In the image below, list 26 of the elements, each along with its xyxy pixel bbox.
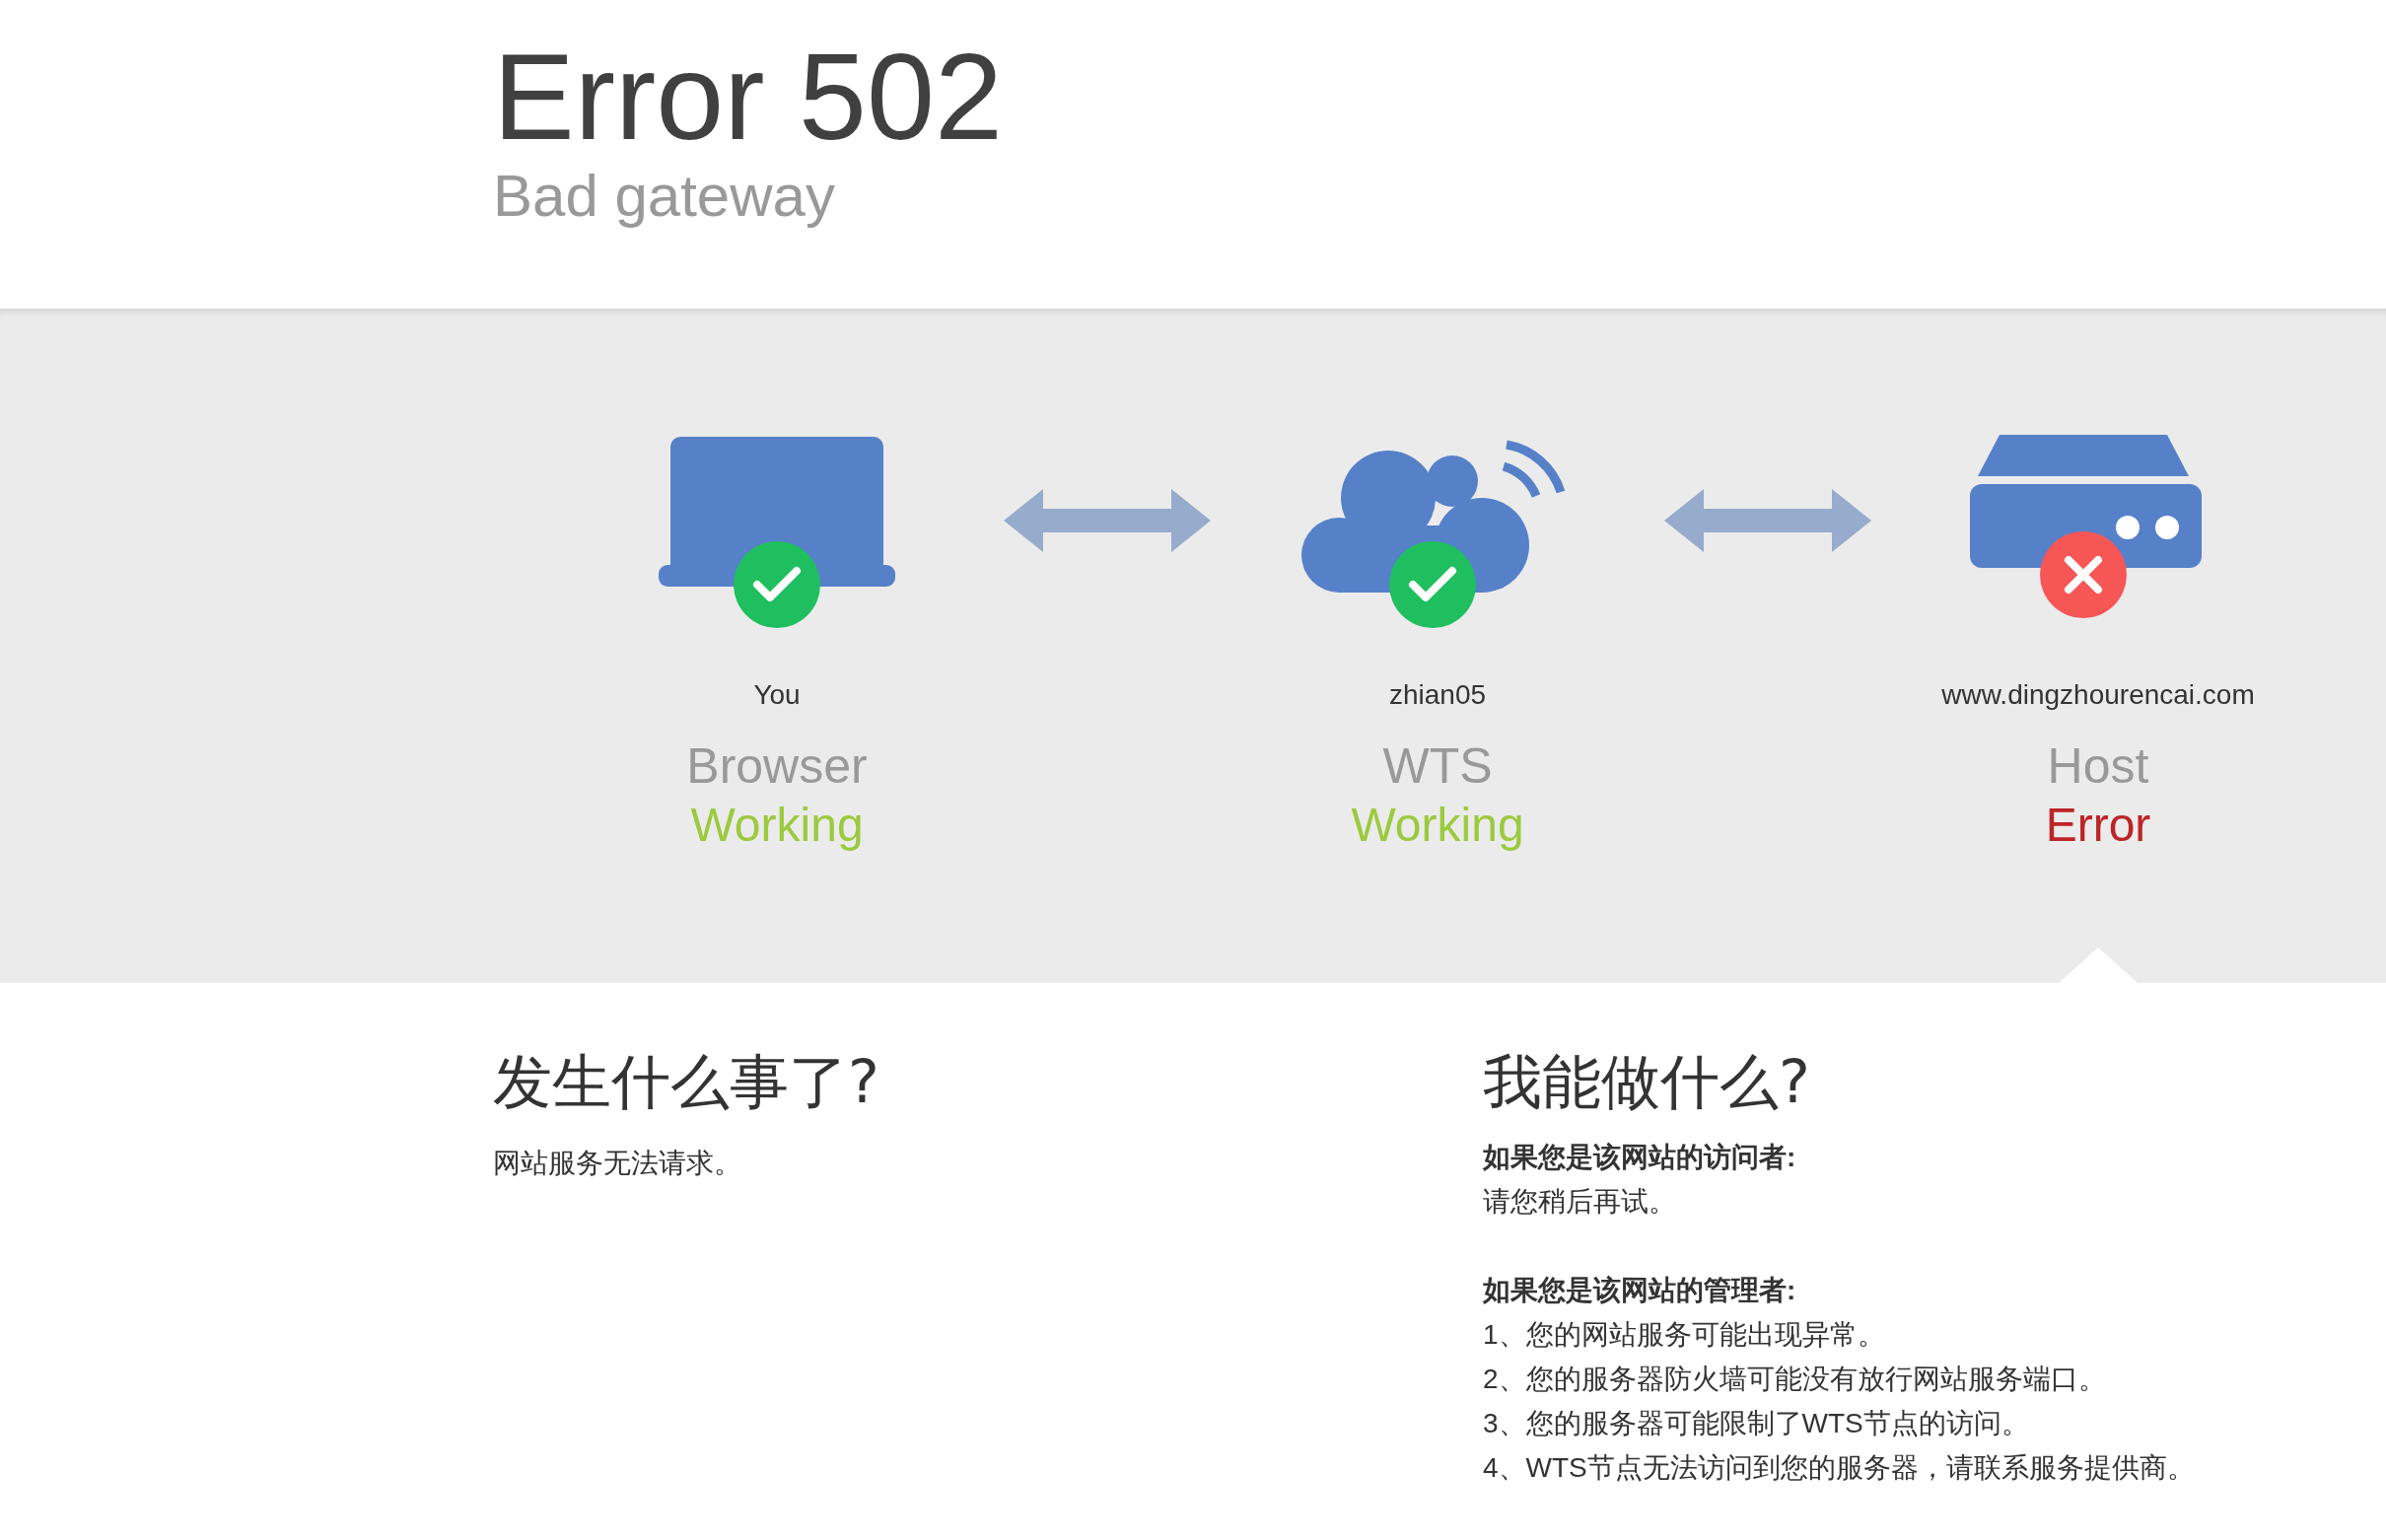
advice-line: 请您稍后再试。 (1483, 1185, 1676, 1219)
node-type: WTS (1382, 737, 1493, 796)
laptop-icon (659, 437, 895, 587)
double-arrow-icon (1004, 489, 1211, 552)
advice-line: 3、您的服务器可能限制了WTS节点的访问。 (1483, 1407, 2029, 1440)
advice-line: 4、WTS节点无法访问到您的服务器，请联系服务提供商。 (1483, 1451, 2195, 1485)
advice-line: 2、您的服务器防火墙可能没有放行网站服务端口。 (1483, 1363, 2106, 1396)
node-name: You (753, 678, 801, 712)
advice-title: 如果您是该网站的访问者: (1483, 1141, 1796, 1174)
wifi-icon (1502, 440, 1566, 498)
error-subtitle: Bad gateway (493, 164, 835, 230)
server-icon (1970, 435, 2202, 568)
node-status: Error (2045, 798, 2151, 853)
advice-line: 1、您的网站服务可能出现异常。 (1483, 1318, 1885, 1352)
section-heading: 发生什么事了? (493, 1046, 879, 1118)
node-name: zhian05 (1388, 678, 1487, 712)
error-title: Error 502 (493, 30, 1003, 165)
node-type: Browser (686, 737, 868, 796)
section-heading: 我能做什么? (1483, 1046, 1810, 1118)
advice-title: 如果您是该网站的管理者: (1483, 1274, 1796, 1307)
node-status: Working (690, 798, 864, 853)
node-type: Host (2047, 737, 2149, 796)
section-text: 网站服务无法请求。 (493, 1147, 741, 1180)
double-arrow-icon (1664, 489, 1871, 552)
node-status: Working (1351, 798, 1524, 853)
node-name: www.dingzhourencai.com (1941, 678, 2255, 712)
